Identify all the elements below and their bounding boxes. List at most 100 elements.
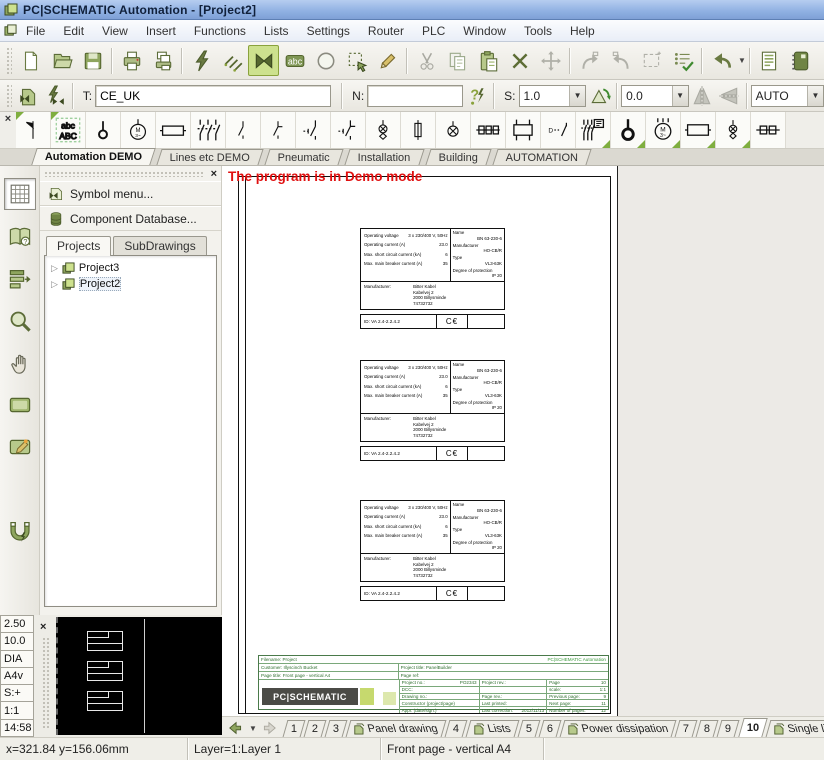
symbol-earth[interactable] — [86, 112, 121, 148]
reference-dropdown[interactable]: AUTO▼ — [751, 85, 824, 107]
menu-router[interactable]: Router — [359, 22, 413, 40]
tree-item-project3[interactable]: ▷ Project3 — [47, 260, 214, 276]
component-wizard-button[interactable]: ? — [463, 83, 490, 109]
drag-dots[interactable] — [44, 171, 205, 177]
screen-page-button[interactable] — [5, 390, 35, 420]
symbol-contact-nc[interactable] — [261, 112, 296, 148]
previous-page-button[interactable] — [228, 721, 246, 735]
texts-mode-button[interactable]: abc — [279, 45, 310, 76]
symbol-limit-switch-nc[interactable] — [331, 112, 366, 148]
symbol-file-button[interactable] — [15, 83, 42, 109]
nameplate-1[interactable]: Operating voltage3 x 230/400 V, 50Hz Ope… — [360, 228, 505, 329]
symbol-relay-coil[interactable] — [156, 112, 191, 148]
print-with-setup-button[interactable] — [147, 45, 178, 76]
paste-button[interactable] — [473, 45, 504, 76]
symbol-generator-button[interactable] — [42, 83, 69, 109]
symbol-motor-2[interactable]: M3~ — [646, 112, 681, 148]
tab-automation-demo[interactable]: Automation DEMO — [31, 148, 156, 165]
expander-icon[interactable]: ▷ — [51, 263, 58, 274]
type-input[interactable] — [95, 85, 331, 107]
snap-cell[interactable]: 2.50 — [0, 615, 34, 633]
preview-grip[interactable] — [42, 637, 49, 729]
chevron-down-icon[interactable]: ▼ — [672, 86, 688, 106]
zoom-button[interactable] — [5, 306, 35, 336]
area-select-button[interactable] — [341, 45, 372, 76]
parts-list-button[interactable] — [754, 45, 785, 76]
menu-lists[interactable]: Lists — [255, 22, 298, 40]
chevron-down-icon[interactable]: ▼ — [569, 86, 585, 106]
cut-button[interactable] — [411, 45, 442, 76]
object-lister-button[interactable] — [667, 45, 698, 76]
menu-insert[interactable]: Insert — [137, 22, 185, 40]
page-preview[interactable] — [56, 617, 222, 735]
nameplate-2[interactable]: Operating voltage3 x 230/400 V, 50Hz Ope… — [360, 360, 505, 461]
undo-button[interactable] — [706, 45, 737, 76]
page-tab-4[interactable]: 4 — [445, 720, 468, 737]
save-button[interactable] — [77, 45, 108, 76]
symbol-fuse[interactable] — [401, 112, 436, 148]
tab-building[interactable]: Building — [425, 149, 491, 165]
symbol-terminal-row[interactable] — [471, 112, 506, 148]
object-groups-button[interactable] — [5, 264, 35, 294]
panel-handle[interactable]: × — [40, 166, 221, 181]
electrical-potentials-button[interactable] — [186, 45, 217, 76]
menu-tools[interactable]: Tools — [515, 22, 561, 40]
delete-button[interactable] — [504, 45, 535, 76]
symbol-contactor-3p[interactable] — [191, 112, 226, 148]
symbol-signal-lamp-2[interactable] — [716, 112, 751, 148]
page-tab-3[interactable]: 3 — [325, 720, 348, 737]
rotate-button[interactable] — [586, 83, 613, 109]
copy-button[interactable] — [442, 45, 473, 76]
page-history-caret[interactable]: ▼ — [249, 724, 257, 733]
project-data-button[interactable] — [785, 45, 816, 76]
tab-lines-etc-demo[interactable]: Lines etc DEMO — [157, 149, 264, 165]
menu-settings[interactable]: Settings — [298, 22, 359, 40]
page-tab-2[interactable]: 2 — [304, 720, 327, 737]
conducting-lines-button[interactable] — [217, 45, 248, 76]
move-button[interactable] — [535, 45, 566, 76]
expander-icon[interactable]: ▷ — [51, 279, 58, 290]
freehand-drawing-button[interactable] — [372, 45, 403, 76]
menu-help[interactable]: Help — [561, 22, 604, 40]
pen-cell[interactable]: DIA — [0, 651, 34, 668]
page-tab-power-dissipation[interactable]: Power dissipation — [560, 720, 677, 737]
undo-dropdown-caret[interactable]: ▼ — [738, 56, 746, 65]
symbol-contact-no[interactable] — [226, 112, 261, 148]
page-tab-10-active[interactable]: 10 — [738, 718, 768, 737]
symbol-cable-marker[interactable]: D — [541, 112, 576, 148]
scale-cell[interactable]: S:+ — [0, 685, 34, 702]
circles-mode-button[interactable] — [310, 45, 341, 76]
tab-subdrawings[interactable]: SubDrawings — [113, 236, 206, 255]
next-objects-button[interactable] — [605, 45, 636, 76]
symbol-potential-arrow[interactable] — [16, 112, 51, 148]
tab-automation[interactable]: AUTOMATION — [492, 149, 592, 165]
menu-functions[interactable]: Functions — [185, 22, 255, 40]
toolbar-grip[interactable] — [5, 83, 12, 108]
page-tab-1[interactable]: 1 — [282, 720, 305, 737]
symbols-mode-button[interactable] — [248, 45, 279, 76]
next-page-button[interactable] — [259, 721, 277, 735]
symbol-indicator-lamp[interactable] — [436, 112, 471, 148]
router-grid-button[interactable] — [4, 178, 36, 210]
manual-book-button[interactable]: ? — [5, 222, 35, 252]
ratio-cell[interactable]: 1:1 — [0, 702, 34, 719]
page-tab-9[interactable]: 9 — [717, 720, 740, 737]
angle-dropdown[interactable]: 0.0▼ — [621, 85, 689, 107]
preview-close-button[interactable]: × — [40, 621, 46, 633]
tree-item-project2[interactable]: ▷ Project2 — [47, 276, 214, 292]
menu-edit[interactable]: Edit — [54, 22, 93, 40]
tab-installation[interactable]: Installation — [345, 149, 425, 165]
chevron-down-icon[interactable]: ▼ — [807, 86, 823, 106]
component-database-button[interactable]: Component Database... — [40, 206, 221, 231]
open-project-button[interactable] — [46, 45, 77, 76]
tab-projects[interactable]: Projects — [46, 236, 111, 256]
symbol-earth-bold[interactable] — [611, 112, 646, 148]
new-document-button[interactable] — [15, 45, 46, 76]
symbol-signal-lamp[interactable] — [366, 112, 401, 148]
page-tab-single-line-diagram[interactable]: Single line diagram — [765, 720, 824, 737]
grid-cell[interactable]: 10.0 — [0, 633, 34, 650]
menu-plc[interactable]: PLC — [413, 22, 454, 40]
name-input[interactable] — [367, 85, 463, 107]
menu-window[interactable]: Window — [454, 22, 515, 40]
edit-page-button[interactable] — [5, 432, 35, 462]
